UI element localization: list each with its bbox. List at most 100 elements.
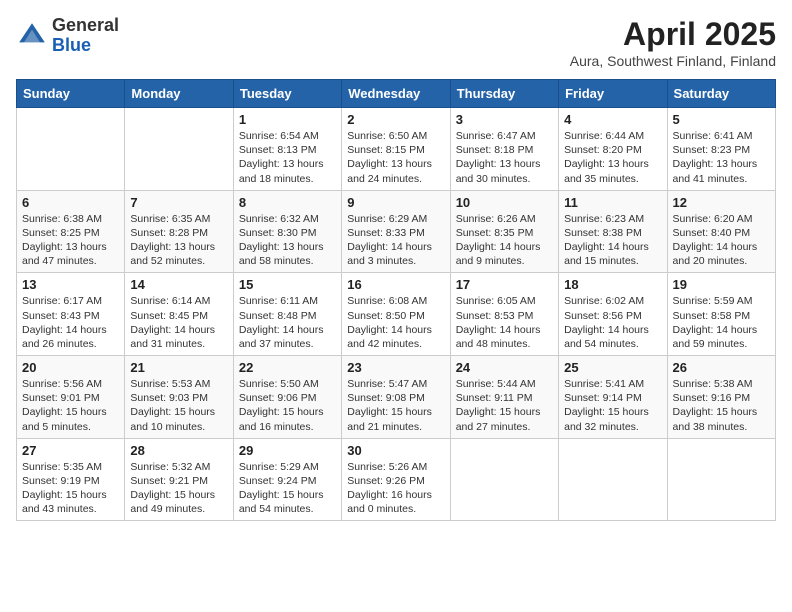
logo-blue: Blue <box>52 36 119 56</box>
calendar-cell: 16 Sunrise: 6:08 AM Sunset: 8:50 PM Dayli… <box>342 273 450 356</box>
day-number: 17 <box>456 277 553 292</box>
day-number: 24 <box>456 360 553 375</box>
day-number: 6 <box>22 195 119 210</box>
calendar-week-row: 20Sunrise: 5:56 AM Sunset: 9:01 PM Dayli… <box>17 356 776 439</box>
calendar-cell: 17 Sunrise: 6:05 AM Sunset: 8:53 PM Dayli… <box>450 273 558 356</box>
calendar-cell: 10 Sunrise: 6:26 AM Sunset: 8:35 PM Dayli… <box>450 190 558 273</box>
day-number: 16 <box>347 277 444 292</box>
day-info: Sunrise: 6:23 AM Sunset: 8:38 PM Dayligh… <box>564 212 661 269</box>
day-info: Sunrise: 5:29 AM Sunset: 9:24 PM Dayligh… <box>239 460 336 517</box>
day-info: Sunrise: 5:38 AM Sunset: 9:16 PM Dayligh… <box>673 377 770 434</box>
day-of-week-header: Tuesday <box>233 80 341 108</box>
logo-general: General <box>52 16 119 36</box>
calendar-cell: 15Sunrise: 6:11 AM Sunset: 8:48 PM Dayli… <box>233 273 341 356</box>
day-info: Sunrise: 6:29 AM Sunset: 8:33 PM Dayligh… <box>347 212 444 269</box>
day-number: 3 <box>456 112 553 127</box>
day-number: 19 <box>673 277 770 292</box>
day-info: Sunrise: 5:53 AM Sunset: 9:03 PM Dayligh… <box>130 377 227 434</box>
calendar-cell: 13 Sunrise: 6:17 AM Sunset: 8:43 PM Dayli… <box>17 273 125 356</box>
day-number: 22 <box>239 360 336 375</box>
day-info: Sunrise: 6:17 AM Sunset: 8:43 PM Dayligh… <box>22 294 119 351</box>
day-number: 7 <box>130 195 227 210</box>
calendar-cell: 4Sunrise: 6:44 AM Sunset: 8:20 PM Daylig… <box>559 108 667 191</box>
day-info: Sunrise: 6:54 AM Sunset: 8:13 PM Dayligh… <box>239 129 336 186</box>
logo: General Blue <box>16 16 119 56</box>
day-info: Sunrise: 6:35 AM Sunset: 8:28 PM Dayligh… <box>130 212 227 269</box>
day-number: 27 <box>22 443 119 458</box>
day-number: 20 <box>22 360 119 375</box>
day-info: Sunrise: 5:41 AM Sunset: 9:14 PM Dayligh… <box>564 377 661 434</box>
day-number: 26 <box>673 360 770 375</box>
location: Aura, Southwest Finland, Finland <box>570 53 776 69</box>
calendar-cell: 27 Sunrise: 5:35 AM Sunset: 9:19 PM Dayli… <box>17 438 125 521</box>
day-info: Sunrise: 5:35 AM Sunset: 9:19 PM Dayligh… <box>22 460 119 517</box>
day-info: Sunrise: 6:08 AM Sunset: 8:50 PM Dayligh… <box>347 294 444 351</box>
calendar-cell: 24 Sunrise: 5:44 AM Sunset: 9:11 PM Dayli… <box>450 356 558 439</box>
day-of-week-header: Monday <box>125 80 233 108</box>
calendar-cell: 2Sunrise: 6:50 AM Sunset: 8:15 PM Daylig… <box>342 108 450 191</box>
day-info: Sunrise: 6:20 AM Sunset: 8:40 PM Dayligh… <box>673 212 770 269</box>
calendar-header: SundayMondayTuesdayWednesdayThursdayFrid… <box>17 80 776 108</box>
day-number: 29 <box>239 443 336 458</box>
calendar-cell: 20Sunrise: 5:56 AM Sunset: 9:01 PM Dayli… <box>17 356 125 439</box>
calendar-cell: 3Sunrise: 6:47 AM Sunset: 8:18 PM Daylig… <box>450 108 558 191</box>
calendar-cell: 25 Sunrise: 5:41 AM Sunset: 9:14 PM Dayli… <box>559 356 667 439</box>
day-of-week-header: Wednesday <box>342 80 450 108</box>
day-number: 21 <box>130 360 227 375</box>
calendar-cell <box>559 438 667 521</box>
day-number: 8 <box>239 195 336 210</box>
calendar-cell: 18Sunrise: 6:02 AM Sunset: 8:56 PM Dayli… <box>559 273 667 356</box>
calendar-table: SundayMondayTuesdayWednesdayThursdayFrid… <box>16 79 776 521</box>
calendar-cell: 5 Sunrise: 6:41 AM Sunset: 8:23 PM Daylig… <box>667 108 775 191</box>
day-info: Sunrise: 5:47 AM Sunset: 9:08 PM Dayligh… <box>347 377 444 434</box>
day-info: Sunrise: 6:26 AM Sunset: 8:35 PM Dayligh… <box>456 212 553 269</box>
calendar-body: 1 Sunrise: 6:54 AM Sunset: 8:13 PM Daylig… <box>17 108 776 521</box>
day-of-week-header: Thursday <box>450 80 558 108</box>
calendar-cell <box>17 108 125 191</box>
calendar-cell <box>450 438 558 521</box>
day-number: 5 <box>673 112 770 127</box>
calendar-cell: 30 Sunrise: 5:26 AM Sunset: 9:26 PM Dayli… <box>342 438 450 521</box>
day-of-week-header: Friday <box>559 80 667 108</box>
calendar-cell: 21 Sunrise: 5:53 AM Sunset: 9:03 PM Dayli… <box>125 356 233 439</box>
calendar-cell: 12 Sunrise: 6:20 AM Sunset: 8:40 PM Dayli… <box>667 190 775 273</box>
title-block: April 2025 Aura, Southwest Finland, Finl… <box>570 16 776 69</box>
day-info: Sunrise: 5:44 AM Sunset: 9:11 PM Dayligh… <box>456 377 553 434</box>
calendar-week-row: 6Sunrise: 6:38 AM Sunset: 8:25 PM Daylig… <box>17 190 776 273</box>
day-info: Sunrise: 5:59 AM Sunset: 8:58 PM Dayligh… <box>673 294 770 351</box>
day-info: Sunrise: 6:02 AM Sunset: 8:56 PM Dayligh… <box>564 294 661 351</box>
day-number: 1 <box>239 112 336 127</box>
logo-icon <box>16 20 48 52</box>
day-number: 11 <box>564 195 661 210</box>
logo-text: General Blue <box>52 16 119 56</box>
day-number: 10 <box>456 195 553 210</box>
day-info: Sunrise: 6:05 AM Sunset: 8:53 PM Dayligh… <box>456 294 553 351</box>
calendar-cell <box>125 108 233 191</box>
day-number: 23 <box>347 360 444 375</box>
day-info: Sunrise: 6:50 AM Sunset: 8:15 PM Dayligh… <box>347 129 444 186</box>
month-title: April 2025 <box>570 16 776 53</box>
day-number: 30 <box>347 443 444 458</box>
calendar-cell: 19 Sunrise: 5:59 AM Sunset: 8:58 PM Dayli… <box>667 273 775 356</box>
calendar-cell: 7 Sunrise: 6:35 AM Sunset: 8:28 PM Daylig… <box>125 190 233 273</box>
day-number: 12 <box>673 195 770 210</box>
page-header: General Blue April 2025 Aura, Southwest … <box>16 16 776 69</box>
day-info: Sunrise: 5:50 AM Sunset: 9:06 PM Dayligh… <box>239 377 336 434</box>
calendar-cell: 26 Sunrise: 5:38 AM Sunset: 9:16 PM Dayli… <box>667 356 775 439</box>
day-info: Sunrise: 6:44 AM Sunset: 8:20 PM Dayligh… <box>564 129 661 186</box>
day-number: 14 <box>130 277 227 292</box>
day-info: Sunrise: 6:41 AM Sunset: 8:23 PM Dayligh… <box>673 129 770 186</box>
calendar-cell <box>667 438 775 521</box>
calendar-cell: 1 Sunrise: 6:54 AM Sunset: 8:13 PM Daylig… <box>233 108 341 191</box>
calendar-cell: 28Sunrise: 5:32 AM Sunset: 9:21 PM Dayli… <box>125 438 233 521</box>
day-number: 25 <box>564 360 661 375</box>
day-info: Sunrise: 5:26 AM Sunset: 9:26 PM Dayligh… <box>347 460 444 517</box>
day-info: Sunrise: 5:32 AM Sunset: 9:21 PM Dayligh… <box>130 460 227 517</box>
calendar-week-row: 13 Sunrise: 6:17 AM Sunset: 8:43 PM Dayli… <box>17 273 776 356</box>
calendar-cell: 23 Sunrise: 5:47 AM Sunset: 9:08 PM Dayli… <box>342 356 450 439</box>
day-number: 13 <box>22 277 119 292</box>
calendar-week-row: 1 Sunrise: 6:54 AM Sunset: 8:13 PM Daylig… <box>17 108 776 191</box>
calendar-cell: 9Sunrise: 6:29 AM Sunset: 8:33 PM Daylig… <box>342 190 450 273</box>
calendar-cell: 22 Sunrise: 5:50 AM Sunset: 9:06 PM Dayli… <box>233 356 341 439</box>
day-of-week-header: Sunday <box>17 80 125 108</box>
